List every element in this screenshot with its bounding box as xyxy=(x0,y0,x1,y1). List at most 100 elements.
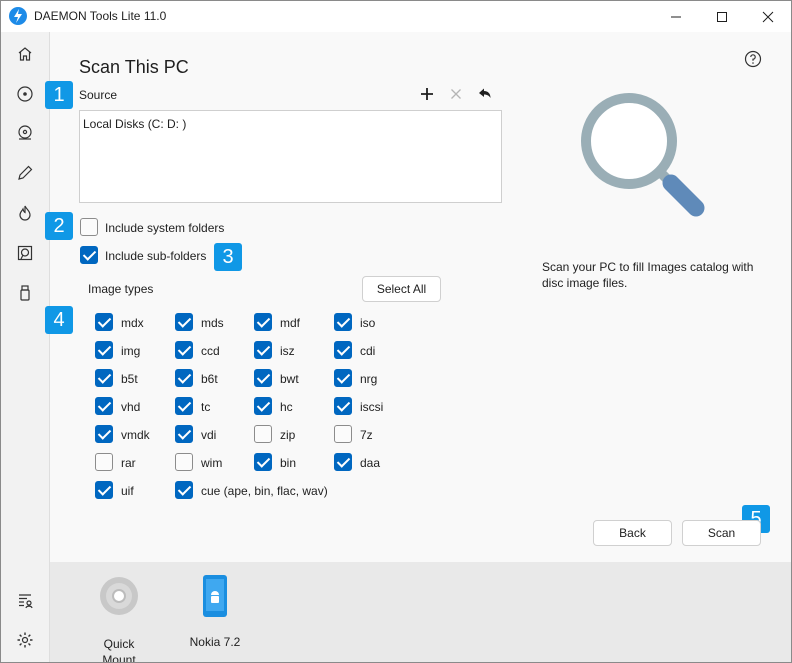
step-badge-1: 1 xyxy=(45,81,73,109)
image-type-label[interactable]: vmdk xyxy=(121,428,150,442)
image-type-checkbox[interactable] xyxy=(175,397,193,415)
step-badge-4: 4 xyxy=(45,306,73,334)
image-type-label[interactable]: nrg xyxy=(360,372,377,386)
image-type-label[interactable]: b6t xyxy=(201,372,218,386)
remove-source-button[interactable] xyxy=(446,84,466,104)
image-type-label[interactable]: img xyxy=(121,344,140,358)
page-title: Scan This PC xyxy=(79,57,189,77)
image-type-checkbox[interactable] xyxy=(334,397,352,415)
image-type-label[interactable]: iscsi xyxy=(360,400,383,414)
image-type-checkbox[interactable] xyxy=(175,313,193,331)
gear-icon xyxy=(17,632,33,648)
image-type-label[interactable]: uif xyxy=(121,484,134,498)
image-type-label[interactable]: 7z xyxy=(360,428,373,442)
image-type-checkbox[interactable] xyxy=(254,397,272,415)
back-button[interactable]: Back xyxy=(593,520,672,546)
image-type-checkbox[interactable] xyxy=(175,481,193,499)
image-type-checkbox[interactable] xyxy=(254,369,272,387)
image-types-label: Image types xyxy=(88,282,154,296)
sidebar-item-usb[interactable] xyxy=(15,283,35,303)
image-type-checkbox[interactable] xyxy=(254,453,272,471)
sidebar-item-license[interactable] xyxy=(15,591,35,611)
image-type-checkbox[interactable] xyxy=(95,341,113,359)
include-sub-folders-label[interactable]: Include sub-folders xyxy=(105,249,206,263)
add-source-button[interactable] xyxy=(417,84,437,104)
step-badge-2: 2 xyxy=(45,212,73,240)
image-type-label[interactable]: bwt xyxy=(280,372,299,386)
image-type-checkbox[interactable] xyxy=(334,341,352,359)
device-label: Nokia 7.2 xyxy=(189,635,241,649)
undo-icon xyxy=(479,88,491,98)
image-type-label[interactable]: rar xyxy=(121,456,136,470)
close-button[interactable] xyxy=(745,1,791,32)
step-badge-3: 3 xyxy=(214,243,242,271)
minimize-button[interactable] xyxy=(653,1,699,32)
image-type-label[interactable]: ccd xyxy=(201,344,220,358)
sidebar xyxy=(1,32,50,662)
image-type-label[interactable]: tc xyxy=(201,400,210,414)
image-type-checkbox[interactable] xyxy=(254,341,272,359)
sidebar-item-images[interactable] xyxy=(15,123,35,143)
image-type-checkbox[interactable] xyxy=(334,425,352,443)
image-type-label[interactable]: cue (ape, bin, flac, wav) xyxy=(201,484,328,498)
image-type-label[interactable]: mds xyxy=(201,316,224,330)
image-type-label[interactable]: mdf xyxy=(280,316,300,330)
device-quick-mount[interactable]: Quick Mount xyxy=(82,572,156,663)
reset-source-button[interactable] xyxy=(475,84,495,104)
image-type-checkbox[interactable] xyxy=(95,453,113,471)
scan-button[interactable]: Scan xyxy=(682,520,761,546)
image-type-label[interactable]: vdi xyxy=(201,428,216,442)
image-type-label[interactable]: daa xyxy=(360,456,380,470)
image-type-checkbox[interactable] xyxy=(334,453,352,471)
image-type-label[interactable]: isz xyxy=(280,344,295,358)
image-type-label[interactable]: wim xyxy=(201,456,222,470)
image-type-label[interactable]: vhd xyxy=(121,400,140,414)
sidebar-item-disc[interactable] xyxy=(15,84,35,104)
image-type-checkbox[interactable] xyxy=(175,369,193,387)
image-type-label[interactable]: iso xyxy=(360,316,375,330)
sidebar-item-edit[interactable] xyxy=(15,163,35,183)
sidebar-item-burn[interactable] xyxy=(15,203,35,223)
include-sub-folders-checkbox[interactable] xyxy=(80,246,98,264)
help-icon xyxy=(744,50,762,68)
disc-icon xyxy=(17,86,33,102)
pencil-icon xyxy=(18,165,33,180)
sidebar-item-settings[interactable] xyxy=(15,630,35,650)
source-list[interactable]: Local Disks (C: D: ) xyxy=(79,110,502,203)
image-type-checkbox[interactable] xyxy=(95,313,113,331)
daemon-tools-logo-icon xyxy=(9,7,27,25)
image-type-checkbox[interactable] xyxy=(175,425,193,443)
image-type-checkbox[interactable] xyxy=(95,369,113,387)
image-type-checkbox[interactable] xyxy=(95,397,113,415)
image-type-checkbox[interactable] xyxy=(175,341,193,359)
image-type-label[interactable]: zip xyxy=(280,428,295,442)
image-type-checkbox[interactable] xyxy=(334,313,352,331)
image-type-label[interactable]: cdi xyxy=(360,344,375,358)
image-type-checkbox[interactable] xyxy=(254,425,272,443)
image-type-checkbox[interactable] xyxy=(95,425,113,443)
device-label-line2: Mount xyxy=(102,653,136,663)
minimize-icon xyxy=(671,16,681,17)
help-button[interactable] xyxy=(744,50,762,68)
image-type-label[interactable]: hc xyxy=(280,400,293,414)
image-type-checkbox[interactable] xyxy=(95,481,113,499)
image-type-checkbox[interactable] xyxy=(175,453,193,471)
device-image-icon xyxy=(17,245,33,261)
include-system-folders-checkbox[interactable] xyxy=(80,218,98,236)
image-type-label[interactable]: mdx xyxy=(121,316,144,330)
scan-hint-text: Scan your PC to fill Images catalog with… xyxy=(542,260,754,290)
sidebar-item-virtual-devices[interactable] xyxy=(15,243,35,263)
devices-panel: Quick Mount Nokia 7.2 xyxy=(50,562,791,662)
device-nokia[interactable]: Nokia 7.2 xyxy=(180,572,250,650)
include-system-folders-label[interactable]: Include system folders xyxy=(105,221,224,235)
sidebar-item-home[interactable] xyxy=(15,44,35,64)
maximize-button[interactable] xyxy=(699,1,745,32)
image-type-label[interactable]: b5t xyxy=(121,372,138,386)
select-all-button[interactable]: Select All xyxy=(362,276,441,302)
magnifier-icon xyxy=(581,93,705,217)
image-type-checkbox[interactable] xyxy=(254,313,272,331)
plus-icon xyxy=(421,88,433,100)
image-type-label[interactable]: bin xyxy=(280,456,296,470)
image-type-checkbox[interactable] xyxy=(334,369,352,387)
source-list-item[interactable]: Local Disks (C: D: ) xyxy=(83,117,186,131)
